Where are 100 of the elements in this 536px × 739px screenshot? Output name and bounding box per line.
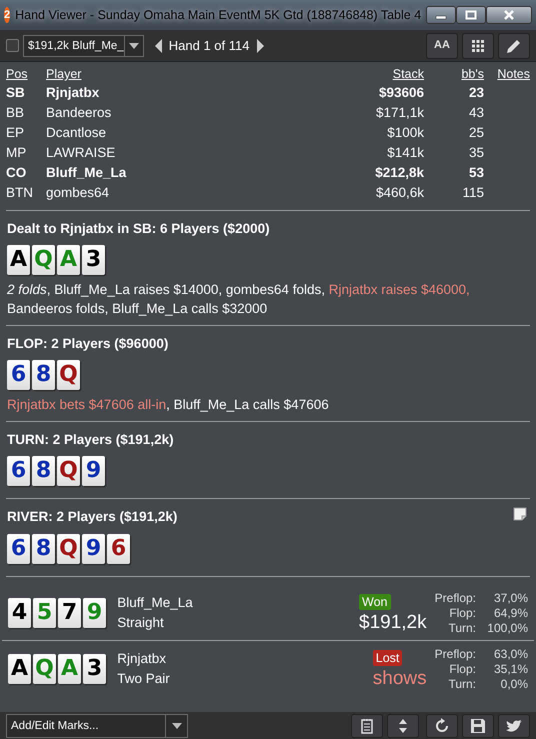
stack-cell: $93606 <box>378 85 424 100</box>
playing-card: A <box>57 244 80 275</box>
column-header[interactable]: Pos <box>6 66 46 83</box>
action-text: Rjnjatbx bets $47606 all-in, Bluff_Me_La calls $47606 <box>7 396 330 414</box>
equity-label: Flop: <box>448 662 476 676</box>
player-name: LAWRAISE <box>46 145 116 160</box>
player-name: Rjnjatbx <box>117 650 168 668</box>
street-heading: FLOP: 2 Players ($96000) <box>7 334 168 353</box>
playing-card: 4 <box>8 598 31 628</box>
playing-card: Q <box>33 654 56 684</box>
bird-icon <box>506 718 522 732</box>
column-header[interactable]: bb's <box>424 66 484 83</box>
equity-label: Flop: <box>448 606 476 620</box>
street-heading: Dealt to Rjnjatbx in SB: 6 Players ($2000) <box>7 220 270 238</box>
amount-text: shows <box>372 668 427 690</box>
player-name: Bluff_Me_La <box>117 594 193 612</box>
playing-card: 9 <box>82 456 105 486</box>
hand-counter: Hand 1 of 114 <box>168 36 250 55</box>
stack-cell: $212,8k <box>375 165 424 180</box>
minimize-button[interactable] <box>426 6 456 24</box>
close-icon <box>503 10 516 20</box>
equity-label: Turn: <box>447 676 476 692</box>
amount-text: $191,2k <box>359 612 427 634</box>
player-name: Dcantlose <box>46 125 106 140</box>
equity-value: 63,0% <box>492 646 528 662</box>
playing-card: 8 <box>32 456 55 486</box>
position-cell: MP <box>6 145 26 160</box>
caret-icon <box>129 42 139 48</box>
playing-card: Q <box>57 456 80 486</box>
maximize-icon <box>465 10 478 20</box>
marks-dropdown[interactable]: Add/Edit Marks... <box>6 714 188 738</box>
street-heading: RIVER: 2 Players ($191,2k) <box>7 508 178 526</box>
playing-card: Q <box>57 534 80 564</box>
big-blinds-cell: 23 <box>468 85 484 100</box>
playing-card: 9 <box>82 534 105 564</box>
playing-card: 8 <box>32 534 55 564</box>
hand-rank: Straight <box>117 614 165 632</box>
playing-card: 6 <box>7 456 30 486</box>
save-button[interactable] <box>462 714 494 738</box>
column-header[interactable]: Stack <box>281 66 424 83</box>
playing-card: 3 <box>83 654 106 684</box>
stack-cell: $171,1k <box>376 105 424 120</box>
column-header[interactable]: Player <box>46 66 282 83</box>
font-size-button[interactable]: AA <box>426 32 458 58</box>
position-cell: BB <box>6 105 24 120</box>
player-name: Bluff_Me_La <box>46 165 126 180</box>
left-arrow-icon <box>154 38 162 52</box>
big-blinds-cell: 115 <box>462 185 484 200</box>
app-logo-icon: 2 <box>4 7 10 23</box>
hand-dropdown[interactable]: $191,2k Bluff_Me_ <box>23 34 144 56</box>
equity-value: 37,0% <box>492 590 528 606</box>
sort-button[interactable] <box>386 714 419 738</box>
refresh-icon <box>434 718 450 734</box>
equity-value: 0,0% <box>500 676 528 692</box>
close-button[interactable] <box>486 6 532 24</box>
equity-label: Preflop: <box>434 646 476 662</box>
equity-value: 35,1% <box>492 662 528 676</box>
street-heading: TURN: 2 Players ($191,2k) <box>7 431 174 449</box>
right-arrow-icon <box>256 38 264 52</box>
share-button[interactable] <box>498 714 530 738</box>
stack-cell: $141k <box>387 145 424 160</box>
save-icon <box>470 718 486 734</box>
stack-cell: $460,6k <box>376 185 424 200</box>
column-header[interactable]: Notes <box>484 66 530 83</box>
big-blinds-cell: 43 <box>468 105 484 120</box>
big-blinds-cell: 35 <box>468 145 484 160</box>
caret-icon <box>172 722 182 728</box>
stack-cell: $100k <box>387 125 424 140</box>
grid-icon <box>472 40 484 52</box>
next-button[interactable] <box>256 38 264 52</box>
playing-card: A <box>58 654 81 684</box>
window-title: Hand Viewer - Sunday Omaha Main EventM 5K Gtd (188746848) Table 4 <box>15 6 422 24</box>
playing-card: Q <box>57 360 80 390</box>
playing-card: 9 <box>83 598 106 628</box>
equity-value: 100,0% <box>486 620 528 636</box>
position-cell: CO <box>6 165 26 180</box>
equity-value: 64,9% <box>492 606 528 620</box>
position-cell: EP <box>6 125 24 140</box>
maximize-button[interactable] <box>456 6 486 24</box>
playing-card: 8 <box>32 360 55 390</box>
playing-card: A <box>8 654 31 684</box>
result-badge: Won <box>359 594 390 610</box>
grid-button[interactable] <box>462 32 494 58</box>
player-name: Rjnjatbx <box>46 85 100 100</box>
checkbox[interactable] <box>6 39 19 52</box>
hand-rank: Two Pair <box>117 670 170 688</box>
refresh-button[interactable] <box>426 714 458 738</box>
result-badge: Lost <box>372 650 402 666</box>
playing-card: Q <box>32 244 55 275</box>
previous-button[interactable] <box>154 38 162 52</box>
big-blinds-cell: 53 <box>468 165 484 180</box>
player-name: gombes64 <box>46 185 110 200</box>
notes-button[interactable] <box>350 714 383 738</box>
playing-card: 7 <box>58 598 81 628</box>
edit-button[interactable] <box>498 32 530 58</box>
position-cell: BTN <box>6 185 33 200</box>
action-text: 2 folds, Bluff_Me_La raises $14000, gombes64 folds, Rjnjatbx raises $46000, Bandeeros folds, Bluff_Me_La calls $32000 <box>7 280 471 318</box>
notepad-icon <box>360 718 373 734</box>
playing-card: A <box>7 244 30 275</box>
pencil-icon <box>506 38 522 54</box>
